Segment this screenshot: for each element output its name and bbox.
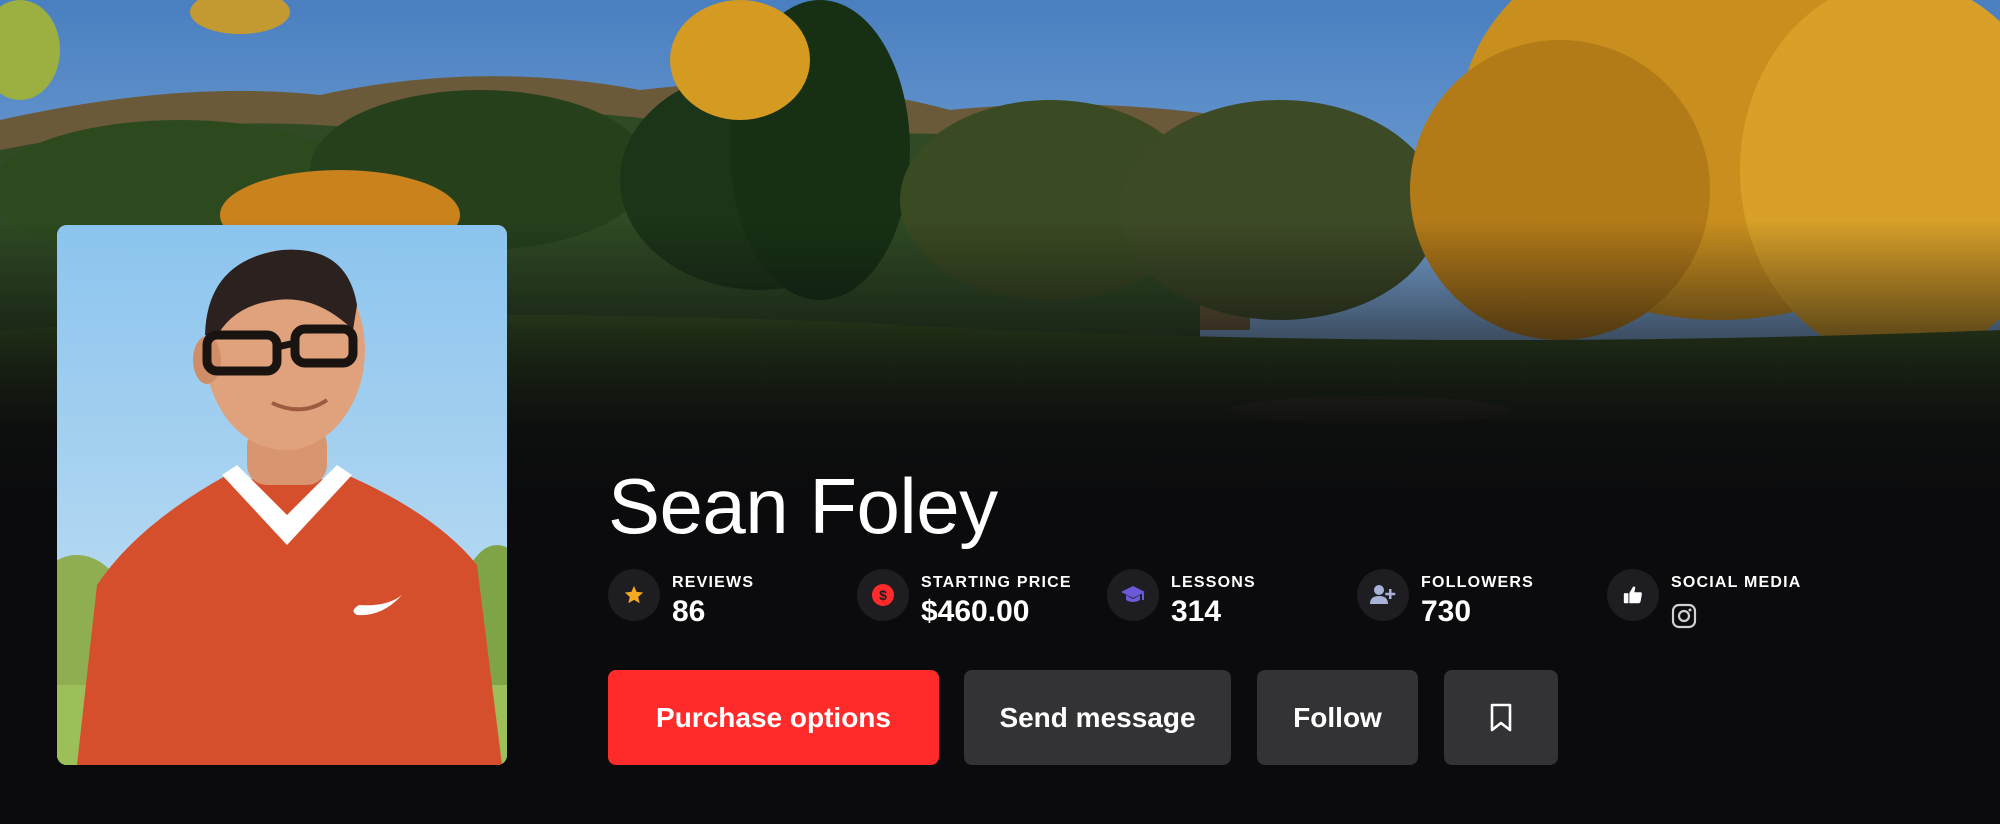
- instagram-icon: [1671, 603, 1697, 629]
- coach-name: Sean Foley: [608, 462, 998, 550]
- svg-text:$: $: [879, 587, 887, 603]
- stat-icon-wrap: [1107, 569, 1159, 621]
- bookmark-icon: [1490, 703, 1512, 731]
- send-message-button[interactable]: Send message: [964, 670, 1231, 765]
- bookmark-button[interactable]: [1444, 670, 1558, 765]
- follow-button[interactable]: Follow: [1257, 670, 1418, 765]
- stat-label: FOLLOWERS: [1421, 574, 1535, 591]
- purchase-options-button[interactable]: Purchase options: [608, 670, 939, 765]
- stat-icon-wrap: $: [857, 569, 909, 621]
- dollar-icon: $: [872, 584, 894, 606]
- stat-label: LESSONS: [1171, 574, 1256, 591]
- thumbs-up-icon: [1623, 586, 1642, 604]
- stat-value: $460.00: [921, 595, 1030, 628]
- stat-icon-wrap: [1357, 569, 1409, 621]
- coach-avatar: [57, 225, 507, 765]
- coach-portrait: [57, 225, 507, 765]
- graduation-cap-icon: [1121, 586, 1145, 602]
- stat-value: 314: [1171, 595, 1222, 628]
- add-user-icon: [1370, 585, 1396, 604]
- stat-label: SOCIAL MEDIA: [1671, 574, 1802, 591]
- stat-label: STARTING PRICE: [921, 574, 1072, 591]
- instagram-link[interactable]: [1671, 603, 1697, 629]
- star-icon: [624, 585, 644, 604]
- stat-icon-wrap: [608, 569, 660, 621]
- stat-label: REVIEWS: [672, 574, 755, 591]
- stat-value: 730: [1421, 595, 1472, 628]
- stat-value: 86: [672, 595, 706, 628]
- stat-icon-wrap: [1607, 569, 1659, 621]
